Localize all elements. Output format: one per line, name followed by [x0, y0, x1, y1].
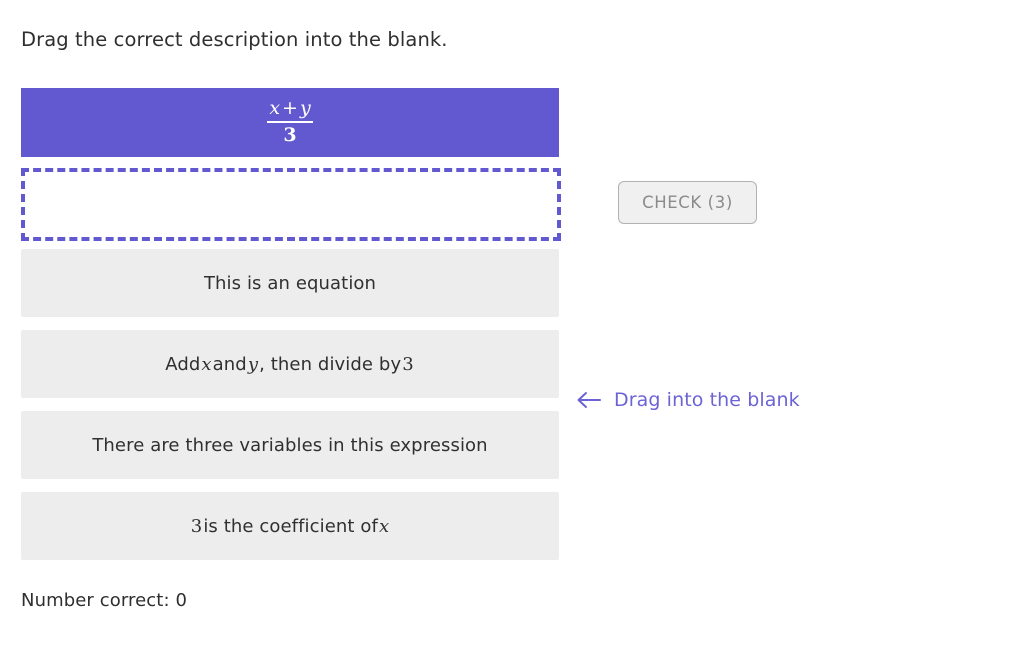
page-title: Drag the correct description into the bl… [21, 28, 448, 51]
option-text: is the coefficient of [203, 515, 378, 537]
expression-card: x + y 3 [21, 88, 559, 157]
drag-hint: Drag into the blank [576, 389, 800, 411]
check-button[interactable]: CHECK (3) [618, 181, 757, 224]
exercise-column: x + y 3 This is an equation Add x and y, t… [21, 88, 561, 573]
numerator-right-term: y [299, 97, 311, 120]
math-variable: y [247, 353, 259, 375]
math-variable: x [378, 515, 390, 537]
option-text: Add [165, 353, 201, 375]
numerator-left-term: x [269, 97, 281, 120]
option-text: , then divide by [259, 353, 402, 375]
fraction: x + y 3 [266, 97, 313, 146]
math-number: 3 [402, 353, 414, 375]
status-number-correct: Number correct: 0 [21, 590, 187, 611]
option-text: This is an equation [203, 272, 377, 294]
option-card-0[interactable]: This is an equation [21, 249, 559, 317]
option-text: There are three variables in this expres… [92, 434, 488, 456]
option-text: and [212, 353, 247, 375]
fraction-denominator: 3 [283, 123, 297, 146]
option-card-3[interactable]: 3 is the coefficient of x [21, 492, 559, 560]
drag-hint-label: Drag into the blank [614, 389, 800, 411]
arrow-left-icon [576, 391, 602, 409]
drop-target-blank[interactable] [21, 168, 561, 241]
option-card-2[interactable]: There are three variables in this expres… [21, 411, 559, 479]
numerator-operator: + [282, 97, 298, 120]
fraction-numerator: x + y [266, 97, 313, 121]
math-number: 3 [190, 515, 203, 537]
option-list: This is an equation Add x and y, then di… [21, 249, 559, 560]
option-card-1[interactable]: Add x and y, then divide by 3 [21, 330, 559, 398]
math-variable: x [201, 353, 212, 375]
